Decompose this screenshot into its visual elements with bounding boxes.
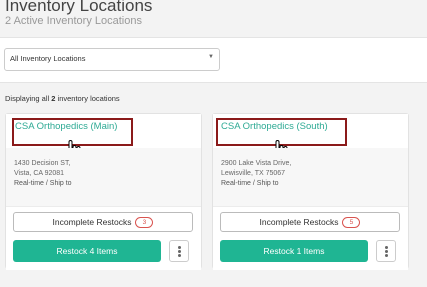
kebab-icon-dot (178, 254, 181, 257)
location-card-header: CSA Orthopedics (Main) (6, 114, 201, 149)
more-options-button[interactable] (376, 240, 396, 262)
restock-items-button[interactable]: Restock 4 Items (13, 240, 161, 262)
results-summary-suffix: inventory locations (57, 94, 120, 103)
address-line-2: Vista, CA 92081 (14, 170, 65, 177)
filter-bar: All Inventory Locations ▼ (0, 37, 427, 83)
location-card-body: 1430 Decision ST, Vista, CA 92081 Real-t… (6, 148, 201, 206)
results-summary: Displaying all 2 inventory locations (5, 94, 120, 103)
incomplete-restocks-button[interactable]: Incomplete Restocks 5 (220, 212, 400, 232)
kebab-icon (385, 246, 388, 249)
address-line-1: 1430 Decision ST, (14, 160, 71, 167)
location-filter-select[interactable]: All Inventory Locations ▼ (4, 48, 220, 71)
kebab-icon-dot (178, 250, 181, 253)
location-card-body: 2900 Lake Vista Drive, Lewisville, TX 75… (213, 148, 408, 206)
more-options-button[interactable] (169, 240, 189, 262)
page-header: Inventory Locations 2 Active Inventory L… (0, 0, 427, 36)
location-name-link[interactable]: CSA Orthopedics (Main) (15, 121, 117, 132)
caret-down-icon: ▼ (208, 54, 214, 60)
location-name-link[interactable]: CSA Orthopedics (South) (221, 121, 328, 132)
incomplete-restocks-label: Incomplete Restocks (52, 217, 132, 227)
location-card: CSA Orthopedics (South) 2900 Lake Vista … (212, 113, 409, 270)
kebab-icon-dot (385, 250, 388, 253)
location-filter-value: All Inventory Locations (10, 54, 86, 63)
address-line-1: 2900 Lake Vista Drive, (221, 160, 292, 167)
kebab-icon-dot (385, 254, 388, 257)
incomplete-restocks-button[interactable]: Incomplete Restocks 3 (13, 212, 193, 232)
location-card-footer: Incomplete Restocks 5 Restock 1 Items (213, 206, 408, 270)
page-title: Inventory Locations (5, 0, 153, 15)
incomplete-restocks-label: Incomplete Restocks (259, 217, 339, 227)
results-summary-prefix: Displaying all (5, 94, 50, 103)
restock-items-button[interactable]: Restock 1 Items (220, 240, 368, 262)
fulfillment-mode: Real-time / Ship to (221, 180, 279, 187)
kebab-icon (178, 246, 181, 249)
address-line-2: Lewisville, TX 75067 (221, 170, 286, 177)
results-count: 2 (51, 94, 56, 103)
incomplete-restocks-badge: 3 (135, 217, 154, 228)
page-subtitle: 2 Active Inventory Locations (5, 15, 142, 27)
location-card: CSA Orthopedics (Main) 1430 Decision ST,… (5, 113, 202, 270)
location-card-footer: Incomplete Restocks 3 Restock 4 Items (6, 206, 201, 270)
location-card-header: CSA Orthopedics (South) (213, 114, 408, 149)
incomplete-restocks-badge: 5 (342, 217, 361, 228)
fulfillment-mode: Real-time / Ship to (14, 180, 72, 187)
